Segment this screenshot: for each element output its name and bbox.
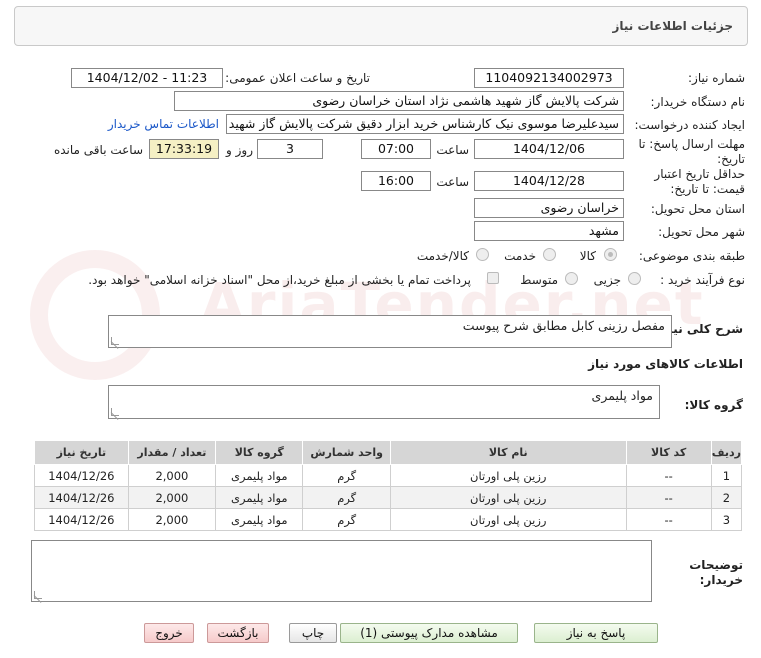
resize-grip-icon[interactable] (111, 408, 119, 416)
process-radio-minor[interactable] (628, 272, 641, 285)
cell-row-number: 3 (710, 508, 743, 531)
table-header-row: ردیف کد کالا نام کالا واحد شمارش گروه کا… (34, 440, 743, 465)
summary-text: مفصل رزینی کابل مطابق شرح پیوست (462, 318, 665, 333)
deadline-time-label: ساعت (436, 143, 469, 157)
remaining-time-label: ساعت باقی مانده (53, 143, 143, 157)
validity-label: حداقل تاریخ اعتبار قیمت: تا تاریخ: (654, 167, 745, 196)
exit-button[interactable]: خروج (144, 623, 194, 643)
reply-button[interactable]: پاسخ به نیاز (534, 623, 658, 643)
category-radio-goods[interactable] (604, 248, 617, 261)
deadline-time-field: 07:00 (361, 139, 431, 159)
requester-field: سیدعلیرضا موسوی نیک کارشناس خرید ابزار د… (226, 114, 624, 134)
cell-row-number: 1 (710, 464, 743, 487)
col-header-row-number: ردیف (710, 440, 743, 465)
cell-date: 1404/12/26 (34, 508, 129, 531)
goods-info-title: اطلاعات کالاهای مورد نیاز (588, 357, 743, 371)
goods-table: ردیف کد کالا نام کالا واحد شمارش گروه کا… (34, 440, 743, 531)
cell-group: مواد پلیمری (215, 508, 304, 531)
announce-field: 1404/12/02 - 11:23 (71, 68, 223, 88)
col-header-unit: واحد شمارش (302, 440, 391, 465)
resize-grip-icon[interactable] (34, 591, 42, 599)
print-button[interactable]: چاپ (289, 623, 337, 643)
process-option-minor: جزیی (593, 273, 621, 287)
cell-unit: گرم (302, 464, 391, 487)
buyer-notes-textarea[interactable] (31, 540, 652, 602)
cell-unit: گرم (302, 508, 391, 531)
buyer-notes-label: توضیحات خریدار: (689, 558, 743, 587)
deadline-label: مهلت ارسال پاسخ: تا تاریخ: (638, 137, 745, 166)
category-radio-service[interactable] (543, 248, 556, 261)
validity-time-field: 16:00 (361, 171, 431, 191)
table-row[interactable]: 1 -- رزین پلی اورتان گرم مواد پلیمری 2,0… (34, 464, 743, 487)
summary-textarea[interactable]: مفصل رزینی کابل مطابق شرح پیوست (108, 315, 672, 348)
cell-group: مواد پلیمری (215, 486, 304, 509)
cell-date: 1404/12/26 (34, 464, 129, 487)
process-label: نوع فرآیند خرید : (660, 273, 745, 287)
cell-name: رزین پلی اورتان (389, 464, 627, 487)
city-field: مشهد (474, 221, 624, 241)
buyer-org-label: نام دستگاه خریدار: (650, 95, 746, 109)
days-label: روز و (226, 143, 253, 157)
page-title: جزئیات اطلاعات نیاز (612, 19, 733, 33)
requester-label: ایجاد کننده درخواست: (634, 118, 745, 132)
payment-note: پرداخت تمام یا بخشی از مبلغ خرید،از محل … (88, 273, 471, 287)
deadline-date-field: 1404/12/06 (474, 139, 624, 159)
need-number-field: 1104092134002973 (474, 68, 624, 88)
need-number-label: شماره نیاز: (688, 71, 745, 85)
col-header-name: نام کالا (389, 440, 627, 465)
validity-date-field: 1404/12/28 (474, 171, 624, 191)
category-option-service: خدمت (504, 249, 536, 263)
process-option-medium: متوسط (520, 273, 558, 287)
treasury-checkbox[interactable] (487, 272, 499, 284)
header-panel: جزئیات اطلاعات نیاز (14, 6, 748, 46)
table-row[interactable]: 2 -- رزین پلی اورتان گرم مواد پلیمری 2,0… (34, 486, 743, 509)
cell-name: رزین پلی اورتان (389, 486, 627, 509)
resize-grip-icon[interactable] (111, 337, 119, 345)
province-field: خراسان رضوی (474, 198, 624, 218)
cell-quantity: 2,000 (127, 464, 217, 487)
announce-label: تاریخ و ساعت اعلان عمومی: (225, 71, 370, 85)
cell-quantity: 2,000 (127, 508, 217, 531)
col-header-group: گروه کالا (215, 440, 304, 465)
cell-group: مواد پلیمری (215, 464, 304, 487)
category-radio-goods-service[interactable] (476, 248, 489, 261)
cell-code: -- (625, 464, 712, 487)
cell-code: -- (625, 486, 712, 509)
cell-unit: گرم (302, 486, 391, 509)
category-option-goods: کالا (579, 249, 596, 263)
buyer-contact-link[interactable]: اطلاعات تماس خریدار (108, 117, 219, 131)
buyer-org-field: شرکت پالایش گاز شهید هاشمی نژاد استان خر… (174, 91, 624, 111)
province-label: استان محل تحویل: (650, 202, 745, 216)
cell-row-number: 2 (710, 486, 743, 509)
category-label: طبقه بندی موضوعی: (638, 249, 745, 263)
back-button[interactable]: بازگشت (207, 623, 269, 643)
cell-name: رزین پلی اورتان (389, 508, 627, 531)
cell-code: -- (625, 508, 712, 531)
validity-time-label: ساعت (436, 175, 469, 189)
category-option-goods-service: کالا/خدمت (416, 249, 469, 263)
goods-group-text: مواد پلیمری (591, 388, 653, 403)
col-header-code: کد کالا (625, 440, 712, 465)
table-row[interactable]: 3 -- رزین پلی اورتان گرم مواد پلیمری 2,0… (34, 508, 743, 531)
goods-group-label: گروه کالا: (684, 398, 743, 412)
goods-group-textarea[interactable]: مواد پلیمری (108, 385, 660, 419)
col-header-quantity: تعداد / مقدار (127, 440, 217, 465)
cell-date: 1404/12/26 (34, 486, 129, 509)
process-radio-medium[interactable] (565, 272, 578, 285)
city-label: شهر محل تحویل: (658, 225, 745, 239)
remaining-time-field: 17:33:19 (149, 139, 219, 159)
col-header-date: تاریخ نیاز (34, 440, 129, 465)
view-documents-button[interactable]: مشاهده مدارک پیوستی (1) (340, 623, 518, 643)
days-field: 3 (257, 139, 323, 159)
cell-quantity: 2,000 (127, 486, 217, 509)
